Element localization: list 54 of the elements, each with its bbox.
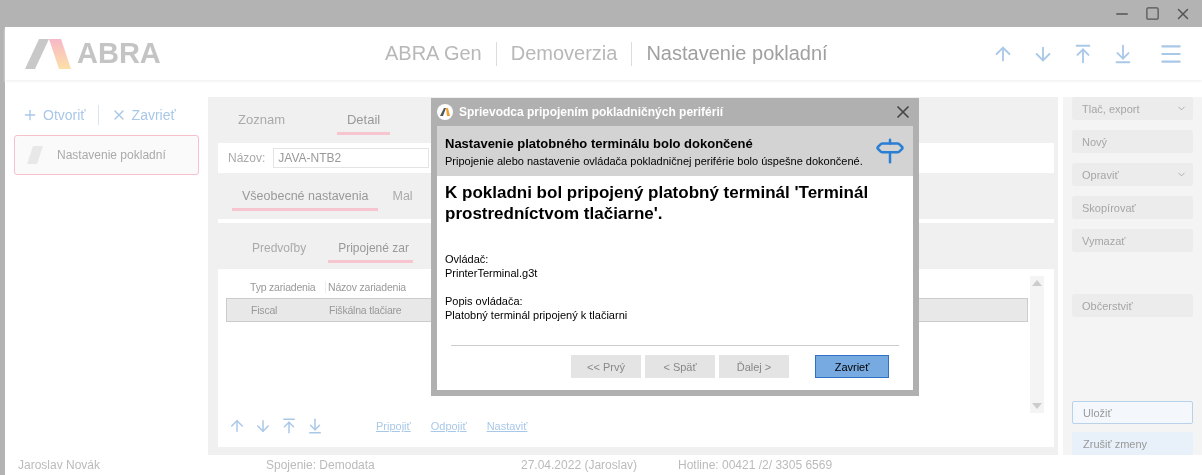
- tab[interactable]: Všeobecné nastavenia: [232, 189, 379, 211]
- header-title: Nastavenie pokladní: [646, 42, 828, 65]
- action-button[interactable]: Skopírovať: [1072, 196, 1193, 219]
- action-link[interactable]: Odpojiť: [430, 420, 467, 432]
- wizard-button[interactable]: Zavrieť: [815, 355, 889, 378]
- dialog-heading: K pokladni bol pripojený platobný terminál 'Terminál prostredníctvom tlačiarne'.: [445, 182, 870, 224]
- scroll-down-icon[interactable]: [1032, 403, 1042, 409]
- column-header[interactable]: Názov zariadenia: [326, 281, 426, 293]
- tab[interactable]: Predvoľby: [242, 241, 311, 263]
- detail-value: Platobný terminál pripojený k tlačiarni: [445, 308, 629, 322]
- tab[interactable]: Detail: [336, 112, 391, 135]
- action-button[interactable]: Nový: [1072, 130, 1193, 153]
- name-field[interactable]: JAVA-NTB2: [273, 148, 430, 168]
- status-text: Jaroslav Novák: [18, 458, 102, 472]
- detail-value: PrinterTerminal.g3t: [445, 266, 539, 280]
- action-button[interactable]: Vymazať: [1072, 229, 1193, 252]
- open-button[interactable]: Otvoriť: [22, 107, 86, 123]
- name-label: Názov:: [228, 151, 266, 165]
- scroll-up-icon[interactable]: [1032, 280, 1042, 286]
- detail-label: Ovládač:: [445, 252, 490, 266]
- app-icon: [437, 104, 453, 120]
- action-link[interactable]: Nastaviť: [486, 420, 528, 432]
- action-button[interactable]: Tlač, export: [1072, 97, 1193, 120]
- arrow-down-icon[interactable]: [254, 417, 272, 435]
- arrow-down-to-line-icon[interactable]: [306, 417, 324, 435]
- status-text: 27.04.2022 (Jaroslav): [521, 458, 639, 472]
- header-title: Demoverzia: [510, 42, 618, 65]
- column-header[interactable]: Typ zariadenia: [226, 281, 326, 293]
- table-cell-text: Fiscal: [250, 304, 279, 316]
- tab[interactable]: Pripojené zar: [328, 241, 413, 263]
- action-button[interactable]: Občerstviť: [1072, 294, 1193, 317]
- arrow-up-to-line-icon[interactable]: [280, 417, 298, 435]
- tab[interactable]: Zoznam: [228, 112, 295, 135]
- maximize-icon[interactable]: [1145, 6, 1160, 21]
- action-link[interactable]: Pripojiť: [376, 420, 411, 432]
- scrollbar[interactable]: [1030, 276, 1044, 413]
- action-button[interactable]: Uložiť: [1072, 401, 1193, 424]
- header-title: ABRA Gen: [385, 42, 482, 65]
- sidebar-item[interactable]: Nastavenie pokladní: [14, 135, 199, 175]
- table-cell-text: Fiškálna tlačiare: [328, 304, 403, 316]
- action-button[interactable]: Zrušiť zmeny: [1072, 432, 1193, 455]
- signpost-icon: [875, 136, 905, 166]
- tab[interactable]: Mal: [382, 189, 423, 211]
- close-button[interactable]: Zavrieť: [110, 107, 176, 123]
- action-button[interactable]: Opraviť: [1072, 163, 1193, 186]
- status-text: Spojenie: Demodata: [266, 458, 376, 472]
- logo-icon: [25, 38, 71, 69]
- detail-label: Popis ovládača:: [445, 294, 524, 308]
- dialog-title: Sprievodca pripojením pokladničných periférií: [459, 105, 725, 119]
- plus-icon: [22, 107, 38, 123]
- step-title: Nastavenie platobného terminálu bolo dokončené: [445, 135, 754, 151]
- step-subtitle: Pripojenie alebo nastavenie ovládača pokladničnej periférie bolo úspešne dokončené.: [445, 154, 864, 167]
- status-text: Hotline: 00421 /2/ 3305 6569: [678, 458, 834, 472]
- logo-text: ABRA: [77, 37, 161, 70]
